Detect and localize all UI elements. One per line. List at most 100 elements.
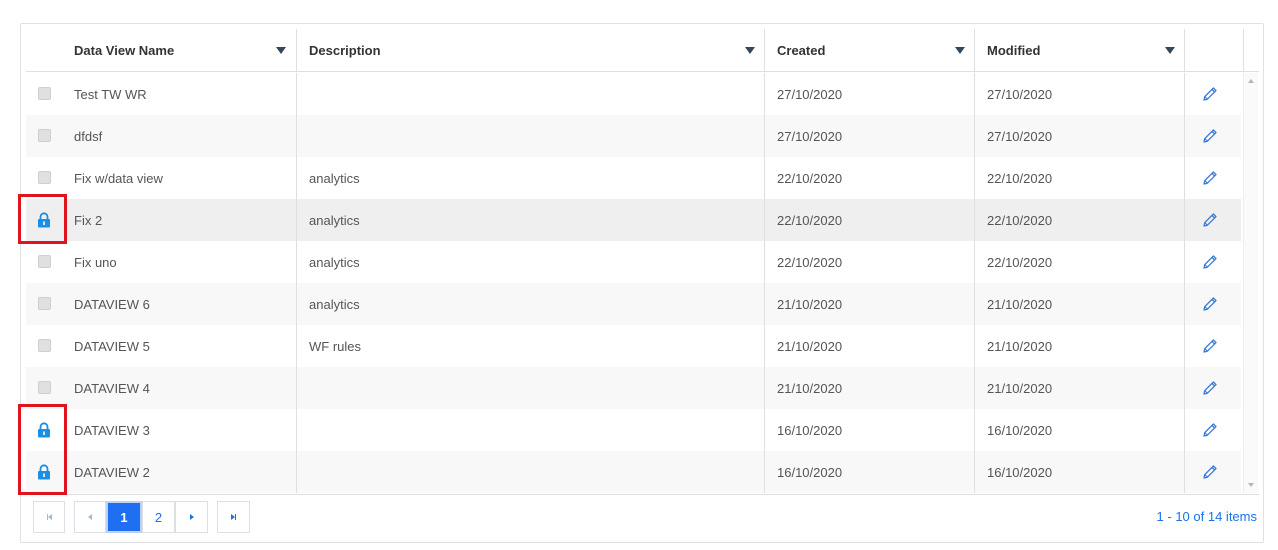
row-checkbox[interactable] [38, 255, 51, 268]
cell-created: 16/10/2020 [777, 464, 843, 480]
next-page-icon [189, 514, 194, 520]
cell-modified: 22/10/2020 [987, 212, 1053, 228]
page-1-label: 1 [120, 509, 128, 525]
grid-body: Test TW WR 27/10/2020 27/10/2020 dfdsf 27/10… [26, 73, 1259, 493]
cell-created: 16/10/2020 [777, 422, 843, 438]
row-select-cell [26, 367, 62, 409]
page-2-button[interactable]: 2 [142, 501, 175, 533]
lock-highlight-box [18, 194, 67, 244]
cell-description: analytics [309, 212, 360, 228]
page-2-label: 2 [154, 509, 163, 525]
row-select-cell [26, 157, 62, 199]
next-page-button[interactable] [175, 501, 208, 533]
vertical-scrollbar[interactable] [1243, 73, 1258, 493]
sort-arrow-icon[interactable] [745, 47, 755, 54]
sort-arrow-icon[interactable] [1165, 47, 1175, 54]
cell-created: 22/10/2020 [777, 254, 843, 270]
last-page-button[interactable] [217, 501, 250, 533]
cell-description [297, 409, 765, 451]
previous-page-button[interactable] [74, 501, 106, 533]
column-header-description-label: Description [309, 43, 381, 58]
pencil-icon[interactable] [1201, 295, 1219, 313]
cell-description: analytics [309, 254, 360, 270]
row-select-cell [26, 325, 62, 367]
column-header-name[interactable]: Data View Name [62, 29, 296, 72]
cell-name: DATAVIEW 3 [74, 422, 150, 438]
cell-name: DATAVIEW 6 [74, 296, 150, 312]
column-header-name-label: Data View Name [74, 43, 175, 58]
row-checkbox[interactable] [38, 297, 51, 310]
column-select-header [26, 29, 62, 72]
pager-info: 1 - 10 of 14 items [1156, 509, 1257, 524]
cell-modified: 21/10/2020 [987, 296, 1053, 312]
table-row[interactable]: Fix w/data view analytics 22/10/2020 22/10/… [26, 157, 1241, 199]
pencil-icon[interactable] [1201, 169, 1219, 187]
scroll-down-arrow-icon[interactable] [1248, 483, 1254, 487]
cell-name: Fix 2 [74, 212, 103, 228]
pencil-icon[interactable] [1201, 211, 1219, 229]
table-row[interactable]: DATAVIEW 4 21/10/2020 21/10/2020 [26, 367, 1241, 409]
grid-header: Data View Name Description Created Modif… [26, 29, 1259, 72]
cell-created: 21/10/2020 [777, 380, 843, 396]
cell-modified: 27/10/2020 [987, 128, 1053, 144]
row-checkbox[interactable] [38, 381, 51, 394]
cell-created: 21/10/2020 [777, 296, 843, 312]
cell-description: WF rules [309, 338, 361, 354]
pencil-icon[interactable] [1201, 85, 1219, 103]
cell-name: DATAVIEW 4 [74, 380, 150, 396]
cell-modified: 22/10/2020 [987, 254, 1053, 270]
cell-name: dfdsf [74, 128, 103, 144]
cell-description [297, 73, 765, 115]
cell-created: 27/10/2020 [777, 86, 843, 102]
table-row[interactable]: Fix uno analytics 22/10/2020 22/10/2020 [26, 241, 1241, 283]
pencil-icon[interactable] [1201, 421, 1219, 439]
table-row[interactable]: dfdsf 27/10/2020 27/10/2020 [26, 115, 1241, 157]
cell-name: Test TW WR [74, 86, 147, 102]
cell-modified: 16/10/2020 [987, 464, 1053, 480]
cell-created: 21/10/2020 [777, 338, 843, 354]
row-select-cell [26, 73, 62, 115]
pencil-icon[interactable] [1201, 127, 1219, 145]
row-checkbox[interactable] [38, 171, 51, 184]
cell-created: 22/10/2020 [777, 170, 843, 186]
column-header-description[interactable]: Description [297, 29, 765, 72]
row-checkbox[interactable] [38, 129, 51, 142]
column-header-modified[interactable]: Modified [975, 29, 1185, 72]
sort-arrow-icon[interactable] [276, 47, 286, 54]
cell-modified: 27/10/2020 [987, 86, 1053, 102]
row-select-cell [26, 241, 62, 283]
table-row[interactable]: Fix 2 analytics 22/10/2020 22/10/2020 [26, 199, 1241, 241]
cell-description: analytics [309, 296, 360, 312]
pencil-icon[interactable] [1201, 337, 1219, 355]
column-header-modified-label: Modified [987, 43, 1041, 58]
page-1-button[interactable]: 1 [106, 501, 142, 533]
table-row[interactable]: DATAVIEW 5 WF rules 21/10/2020 21/10/2020 [26, 325, 1241, 367]
row-select-cell [26, 283, 62, 325]
pencil-icon[interactable] [1201, 379, 1219, 397]
first-page-button[interactable] [33, 501, 65, 533]
cell-name: DATAVIEW 5 [74, 338, 150, 354]
pencil-icon[interactable] [1201, 253, 1219, 271]
column-header-created[interactable]: Created [765, 29, 975, 72]
cell-name: Fix uno [74, 254, 117, 270]
pencil-icon[interactable] [1201, 463, 1219, 481]
table-row[interactable]: DATAVIEW 6 analytics 21/10/2020 21/10/2020 [26, 283, 1241, 325]
cell-created: 27/10/2020 [777, 128, 843, 144]
data-views-grid: Data View Name Description Created Modif… [20, 23, 1264, 543]
row-checkbox[interactable] [38, 339, 51, 352]
column-header-created-label: Created [777, 43, 826, 58]
cell-name: DATAVIEW 2 [74, 464, 150, 480]
cell-description: analytics [309, 170, 360, 186]
lock-highlight-box [18, 404, 67, 495]
table-row[interactable]: DATAVIEW 3 16/10/2020 16/10/2020 [26, 409, 1241, 451]
cell-description [297, 115, 765, 157]
cell-modified: 22/10/2020 [987, 170, 1053, 186]
sort-arrow-icon[interactable] [955, 47, 965, 54]
cell-modified: 16/10/2020 [987, 422, 1053, 438]
cell-description [297, 451, 765, 493]
scroll-up-arrow-icon[interactable] [1248, 79, 1254, 83]
table-row[interactable]: Test TW WR 27/10/2020 27/10/2020 [26, 73, 1241, 115]
row-checkbox[interactable] [38, 87, 51, 100]
table-row[interactable]: DATAVIEW 2 16/10/2020 16/10/2020 [26, 451, 1241, 493]
cell-modified: 21/10/2020 [987, 338, 1053, 354]
